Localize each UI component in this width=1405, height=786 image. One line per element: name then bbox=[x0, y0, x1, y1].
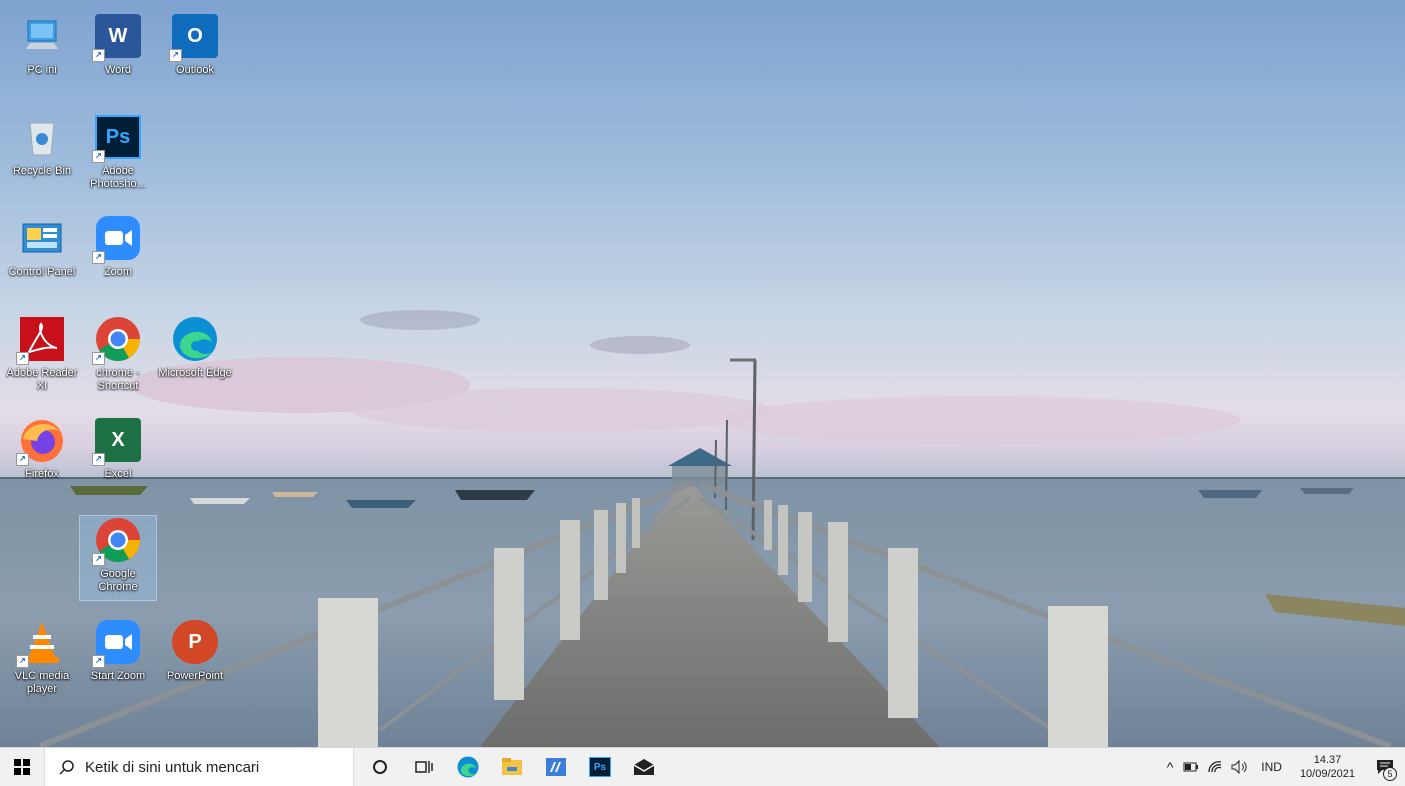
windows-logo-icon bbox=[14, 759, 30, 775]
file-explorer-icon bbox=[502, 758, 522, 775]
control-panel-icon bbox=[18, 214, 66, 262]
desktop-icon-label: Start Zoom bbox=[90, 670, 146, 682]
desktop-icon-edge[interactable]: Microsoft Edge bbox=[157, 315, 233, 380]
powerpoint-glyph: P bbox=[172, 620, 218, 664]
desktop-icon-label: PC ini bbox=[27, 64, 57, 76]
shortcut-arrow-icon: ↗ bbox=[92, 251, 105, 264]
monitor-icon bbox=[18, 12, 66, 60]
desktop-icon-label: Firefox bbox=[25, 468, 59, 480]
desktop-icon-label: Control Panel bbox=[8, 266, 76, 278]
shortcut-arrow-icon: ↗ bbox=[92, 553, 105, 566]
desktop-icon-label: chrome - Shortcut bbox=[96, 367, 140, 392]
desktop-icon-start-zoom[interactable]: ↗ Start Zoom bbox=[80, 618, 156, 683]
mail-icon bbox=[633, 759, 655, 775]
battery-icon[interactable] bbox=[1183, 762, 1199, 772]
outlook-icon: O ↗ bbox=[169, 12, 219, 62]
clock-date: 10/09/2021 bbox=[1299, 768, 1355, 780]
desktop-icon-label: Outlook bbox=[176, 64, 214, 76]
shortcut-arrow-icon: ↗ bbox=[16, 655, 29, 668]
search-placeholder: Ketik di sini untuk mencari bbox=[85, 758, 260, 776]
adobe-reader-icon: ↗ bbox=[16, 315, 66, 365]
desktop-icon-outlook[interactable]: O ↗ Outlook bbox=[157, 12, 233, 77]
task-view-icon bbox=[415, 761, 433, 773]
zoom-icon: ↗ bbox=[92, 214, 142, 264]
desktop-icon-word[interactable]: W ↗ Word bbox=[80, 12, 156, 77]
photoshop-icon: Ps ↗ bbox=[92, 113, 142, 163]
taskbar-photoshop[interactable]: Ps bbox=[578, 748, 622, 786]
cortana-button[interactable] bbox=[358, 748, 402, 786]
shortcut-arrow-icon: ↗ bbox=[92, 655, 105, 668]
clock-time: 14.37 bbox=[1313, 754, 1342, 766]
recycle-bin-icon bbox=[18, 113, 66, 161]
search-icon bbox=[59, 760, 74, 775]
start-button[interactable] bbox=[0, 748, 44, 786]
shortcut-arrow-icon: ↗ bbox=[92, 352, 105, 365]
shortcut-arrow-icon: ↗ bbox=[92, 49, 105, 62]
desktop-icon-powerpoint[interactable]: P PowerPoint bbox=[157, 618, 233, 683]
desktop-icon-chrome-shortcut[interactable]: ↗ chrome - Shortcut bbox=[80, 315, 156, 393]
desktop-icon-vlc[interactable]: ↗ VLC media player bbox=[4, 618, 80, 696]
edge-icon bbox=[457, 756, 479, 778]
taskbar-file-explorer[interactable] bbox=[490, 748, 534, 786]
shortcut-arrow-icon: ↗ bbox=[92, 453, 105, 466]
desktop-icon-label: Google Chrome bbox=[98, 568, 138, 593]
desktop-icon-label: Microsoft Edge bbox=[158, 367, 232, 379]
task-view-button[interactable] bbox=[402, 748, 446, 786]
desktop-icon-label: Recycle Bin bbox=[12, 165, 72, 177]
app-icon bbox=[546, 758, 566, 776]
taskbar-edge[interactable] bbox=[446, 748, 490, 786]
notification-button[interactable]: 5 bbox=[1365, 748, 1405, 786]
taskbar-app[interactable] bbox=[534, 748, 578, 786]
shortcut-arrow-icon: ↗ bbox=[169, 49, 182, 62]
notification-count-badge: 5 bbox=[1383, 767, 1397, 781]
word-icon: W ↗ bbox=[92, 12, 142, 62]
chrome-icon: ↗ bbox=[92, 516, 142, 566]
clock[interactable]: 14.37 10/09/2021 bbox=[1300, 753, 1355, 781]
chevron-up-icon[interactable]: ^ bbox=[1167, 759, 1174, 775]
desktop-icon-label: Adobe Reader XI bbox=[6, 367, 78, 392]
desktop-icon-control-panel[interactable]: Control Panel bbox=[4, 214, 80, 279]
firefox-icon: ↗ bbox=[16, 416, 66, 466]
desktop-icon-photoshop[interactable]: Ps ↗ Adobe Photosho... bbox=[80, 113, 156, 191]
desktop-icon-label: Adobe Photosho... bbox=[90, 165, 146, 190]
desktop-icon-recycle-bin[interactable]: Recycle Bin bbox=[4, 113, 80, 178]
photoshop-glyph: Ps bbox=[593, 761, 607, 773]
desktop-icon-excel[interactable]: X ↗ Excel bbox=[80, 416, 156, 481]
wifi-icon[interactable] bbox=[1207, 760, 1223, 774]
desktop-icon-adobe-reader[interactable]: ↗ Adobe Reader XI bbox=[4, 315, 80, 393]
desktop-icon-label: Zoom bbox=[103, 266, 133, 278]
shortcut-arrow-icon: ↗ bbox=[92, 150, 105, 163]
chrome-icon: ↗ bbox=[92, 315, 142, 365]
vlc-icon: ↗ bbox=[16, 618, 66, 668]
edge-icon bbox=[171, 315, 219, 363]
taskbar: Ketik di sini untuk mencari Ps ^ IND 14.… bbox=[0, 747, 1405, 786]
desktop-icon-label: VLC media player bbox=[14, 670, 70, 695]
taskbar-search-box[interactable]: Ketik di sini untuk mencari bbox=[44, 748, 354, 786]
desktop[interactable]: PC ini W ↗ Word O ↗ Outlook Recycle Bin … bbox=[0, 0, 1405, 747]
desktop-icon-label: PowerPoint bbox=[166, 670, 224, 682]
desktop-icon-label: Excel bbox=[104, 468, 132, 480]
powerpoint-icon: P bbox=[171, 618, 219, 666]
language-indicator[interactable]: IND bbox=[1261, 760, 1282, 774]
excel-icon: X ↗ bbox=[92, 416, 142, 466]
desktop-icon-google-chrome[interactable]: ↗ Google Chrome bbox=[79, 515, 157, 601]
taskbar-mail[interactable] bbox=[622, 748, 666, 786]
desktop-icon-firefox[interactable]: ↗ Firefox bbox=[4, 416, 80, 481]
shortcut-arrow-icon: ↗ bbox=[16, 453, 29, 466]
desktop-icon-zoom[interactable]: ↗ Zoom bbox=[80, 214, 156, 279]
photoshop-icon: Ps bbox=[589, 757, 611, 777]
zoom-icon: ↗ bbox=[92, 618, 142, 668]
shortcut-arrow-icon: ↗ bbox=[16, 352, 29, 365]
cortana-icon bbox=[373, 760, 387, 774]
volume-icon[interactable] bbox=[1231, 760, 1249, 774]
system-tray: ^ IND 14.37 10/09/2021 5 bbox=[1161, 748, 1405, 786]
desktop-icon-pc[interactable]: PC ini bbox=[4, 12, 80, 77]
desktop-icon-label: Word bbox=[104, 64, 132, 76]
